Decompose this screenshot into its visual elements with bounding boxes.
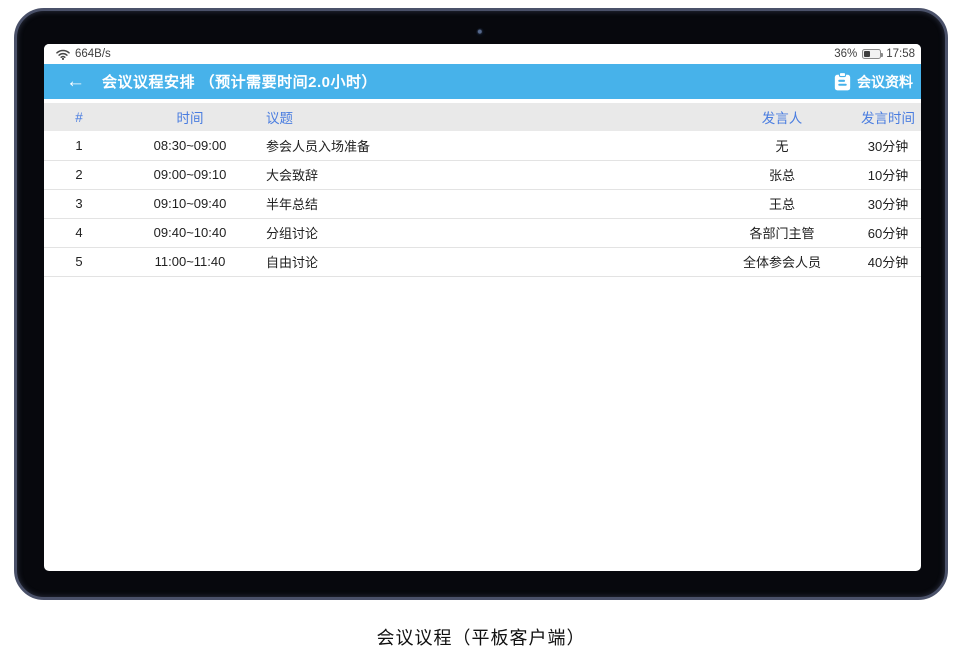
clock: 17:58 xyxy=(886,48,915,60)
table-cell: 40分钟 xyxy=(855,247,921,276)
app-bar: ← 会议议程安排 （预计需要时间2.0小时） 会议资料 xyxy=(44,64,921,99)
table-cell: 张总 xyxy=(709,160,855,189)
column-header-time: 时间 xyxy=(114,103,266,131)
table-cell: 30分钟 xyxy=(855,189,921,218)
table-cell: 4 xyxy=(44,218,114,247)
table-cell: 5 xyxy=(44,247,114,276)
table-cell: 无 xyxy=(709,131,855,160)
table-row[interactable]: 511:00~11:40自由讨论全体参会人员40分钟 xyxy=(44,247,921,276)
figure-caption: 会议议程（平板客户端） xyxy=(0,624,962,650)
table-row[interactable]: 108:30~09:00参会人员入场准备无30分钟 xyxy=(44,131,921,160)
table-cell: 参会人员入场准备 xyxy=(266,131,709,160)
agenda-table: # 时间 议题 发言人 发言时间 108:30~09:00参会人员入场准备无30… xyxy=(44,103,921,277)
table-cell: 09:00~09:10 xyxy=(114,160,266,189)
status-bar: 664B/s 36% 17:58 xyxy=(44,44,921,64)
battery-icon xyxy=(862,49,881,59)
column-header-index: # xyxy=(44,103,114,131)
tablet-screen: 664B/s 36% 17:58 ← 会议议程安排 （预计需要时间2.0小时） xyxy=(44,44,921,571)
meeting-docs-label: 会议资料 xyxy=(857,72,913,92)
back-button[interactable]: ← xyxy=(66,72,92,91)
network-speed: 664B/s xyxy=(75,48,111,60)
table-cell: 3 xyxy=(44,189,114,218)
table-cell: 08:30~09:00 xyxy=(114,131,266,160)
column-header-topic: 议题 xyxy=(266,103,709,131)
table-cell: 大会致辞 xyxy=(266,160,709,189)
status-bar-left: 664B/s xyxy=(56,48,111,60)
table-cell: 30分钟 xyxy=(855,131,921,160)
table-cell: 1 xyxy=(44,131,114,160)
table-cell: 全体参会人员 xyxy=(709,247,855,276)
column-header-speaker: 发言人 xyxy=(709,103,855,131)
meeting-docs-button[interactable]: 会议资料 xyxy=(832,70,915,94)
table-cell: 半年总结 xyxy=(266,189,709,218)
table-cell: 60分钟 xyxy=(855,218,921,247)
agenda-table-body: 108:30~09:00参会人员入场准备无30分钟209:00~09:10大会致… xyxy=(44,131,921,276)
battery-fill xyxy=(864,51,869,57)
tablet-device-frame: 664B/s 36% 17:58 ← 会议议程安排 （预计需要时间2.0小时） xyxy=(14,8,948,600)
wifi-icon xyxy=(56,49,70,60)
table-cell: 2 xyxy=(44,160,114,189)
table-cell: 09:10~09:40 xyxy=(114,189,266,218)
table-cell: 自由讨论 xyxy=(266,247,709,276)
battery-percent: 36% xyxy=(834,48,857,60)
column-header-duration: 发言时间 xyxy=(855,103,921,131)
table-cell: 分组讨论 xyxy=(266,218,709,247)
table-row[interactable]: 209:00~09:10大会致辞张总10分钟 xyxy=(44,160,921,189)
status-bar-right: 36% 17:58 xyxy=(834,48,915,60)
table-cell: 11:00~11:40 xyxy=(114,247,266,276)
page: 664B/s 36% 17:58 ← 会议议程安排 （预计需要时间2.0小时） xyxy=(0,0,962,658)
back-arrow-icon: ← xyxy=(66,71,85,92)
table-cell: 09:40~10:40 xyxy=(114,218,266,247)
table-cell: 10分钟 xyxy=(855,160,921,189)
table-cell: 各部门主管 xyxy=(709,218,855,247)
page-title: 会议议程安排 （预计需要时间2.0小时） xyxy=(102,71,377,92)
table-cell: 王总 xyxy=(709,189,855,218)
table-header-row: # 时间 议题 发言人 发言时间 xyxy=(44,103,921,131)
table-row[interactable]: 309:10~09:40半年总结王总30分钟 xyxy=(44,189,921,218)
front-camera-icon xyxy=(476,28,485,37)
table-row[interactable]: 409:40~10:40分组讨论各部门主管60分钟 xyxy=(44,218,921,247)
clipboard-icon xyxy=(834,72,851,91)
